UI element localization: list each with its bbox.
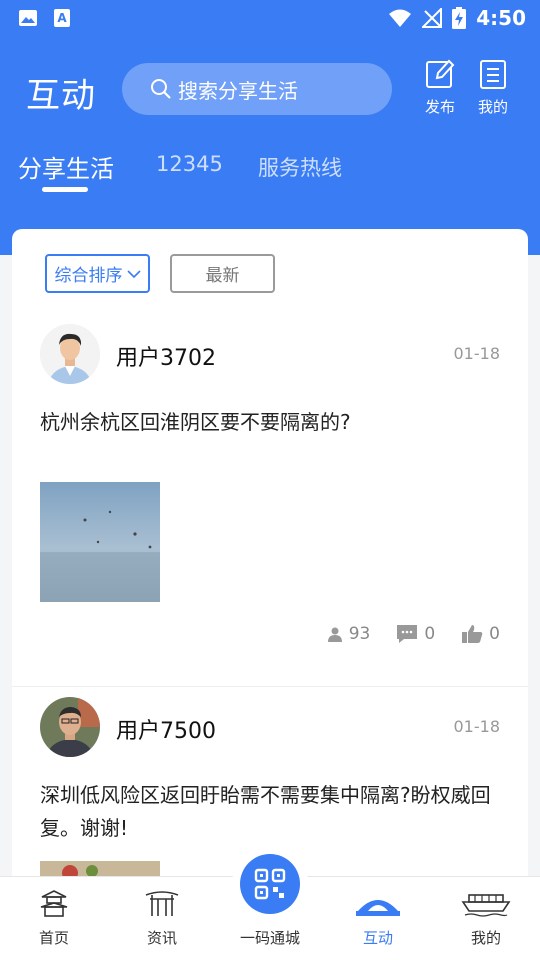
wifi-icon xyxy=(389,9,412,27)
boat-icon xyxy=(461,894,511,917)
comments-button[interactable]: 0 xyxy=(396,624,435,644)
post-date: 01-18 xyxy=(453,344,501,363)
post-photo xyxy=(40,482,160,602)
tab-bar: 分享生活 12345 服务热线 xyxy=(0,146,540,196)
archway-icon xyxy=(145,891,179,916)
post-date: 01-18 xyxy=(453,717,501,736)
post-image[interactable] xyxy=(40,482,160,602)
tab-share-life[interactable]: 分享生活 xyxy=(18,149,114,184)
nav-interact-label: 互动 xyxy=(362,929,393,947)
post-divider xyxy=(12,686,528,687)
bridge-icon xyxy=(356,900,400,916)
scan-code-label[interactable]: 一码通城 xyxy=(230,927,310,948)
like-button[interactable]: 0 xyxy=(461,624,500,644)
sort-latest-label: 最新 xyxy=(205,266,240,286)
header-background xyxy=(0,0,540,255)
publish-label: 发布 xyxy=(424,98,455,116)
pagoda-icon xyxy=(40,890,68,917)
gallery-icon xyxy=(19,10,37,26)
svg-text:A: A xyxy=(57,11,67,25)
feed-card: 综合排序 最新 用户3702 01-18 杭州余杭区回淮阴区要不要隔离的? 93… xyxy=(12,229,528,889)
post-username[interactable]: 用户3702 xyxy=(116,340,216,372)
page-title: 互动 xyxy=(26,76,96,116)
battery-charging-icon xyxy=(452,7,467,29)
scan-code-button[interactable] xyxy=(232,846,308,922)
nav-news-label: 资讯 xyxy=(146,929,177,947)
post-content[interactable]: 深圳低风险区返回盱眙需不需要集中隔离?盼权威回复。谢谢! xyxy=(40,779,506,845)
sort-latest-button[interactable]: 最新 xyxy=(170,254,275,293)
post-content[interactable]: 杭州余杭区回淮阴区要不要隔离的? xyxy=(40,406,506,439)
avatar[interactable] xyxy=(40,697,100,757)
font-icon: A xyxy=(54,9,70,27)
qr-code-icon xyxy=(254,868,286,900)
nav-interact[interactable]: 互动 xyxy=(338,887,418,948)
title-bar: 互动 搜索分享生活 发布 我的 xyxy=(0,58,540,120)
comment-icon xyxy=(397,625,418,643)
search-icon xyxy=(151,79,171,99)
avatar-image xyxy=(40,697,100,757)
tab-12345[interactable]: 12345 xyxy=(156,152,223,176)
sort-comprehensive-button[interactable]: 综合排序 xyxy=(45,254,150,293)
search-placeholder: 搜索分享生活 xyxy=(178,78,298,103)
publish-button[interactable]: 发布 xyxy=(420,58,460,117)
user-icon xyxy=(327,627,342,642)
nav-news[interactable]: 资讯 xyxy=(122,887,202,948)
active-tab-indicator xyxy=(42,187,88,192)
mine-label: 我的 xyxy=(477,98,508,116)
comments-count: 0 xyxy=(424,624,436,644)
avatar[interactable] xyxy=(40,324,100,384)
post-stats: 93 0 0 xyxy=(327,624,500,644)
nav-mine[interactable]: 我的 xyxy=(446,887,526,948)
avatar-image xyxy=(40,324,100,384)
tab-service-hotline[interactable]: 服务热线 xyxy=(258,152,342,182)
views-stat: 93 xyxy=(327,624,371,644)
nav-home[interactable]: 首页 xyxy=(14,887,94,948)
chevron-down-icon xyxy=(126,269,141,278)
thumbs-up-icon xyxy=(462,625,483,643)
clock: 4:50 xyxy=(476,6,526,30)
post-username[interactable]: 用户7500 xyxy=(116,713,216,745)
nav-mine-label: 我的 xyxy=(470,929,501,947)
nav-home-label: 首页 xyxy=(38,929,69,947)
no-signal-icon xyxy=(422,8,443,28)
sort-comprehensive-label: 综合排序 xyxy=(54,266,123,286)
views-count: 93 xyxy=(348,624,371,644)
list-icon xyxy=(480,60,506,89)
status-bar: A 4:50 xyxy=(0,0,540,36)
likes-count: 0 xyxy=(489,624,500,644)
scan-code-circle xyxy=(240,854,300,914)
my-posts-button[interactable]: 我的 xyxy=(473,58,513,117)
search-input[interactable]: 搜索分享生活 xyxy=(122,63,392,115)
edit-icon xyxy=(426,59,455,88)
